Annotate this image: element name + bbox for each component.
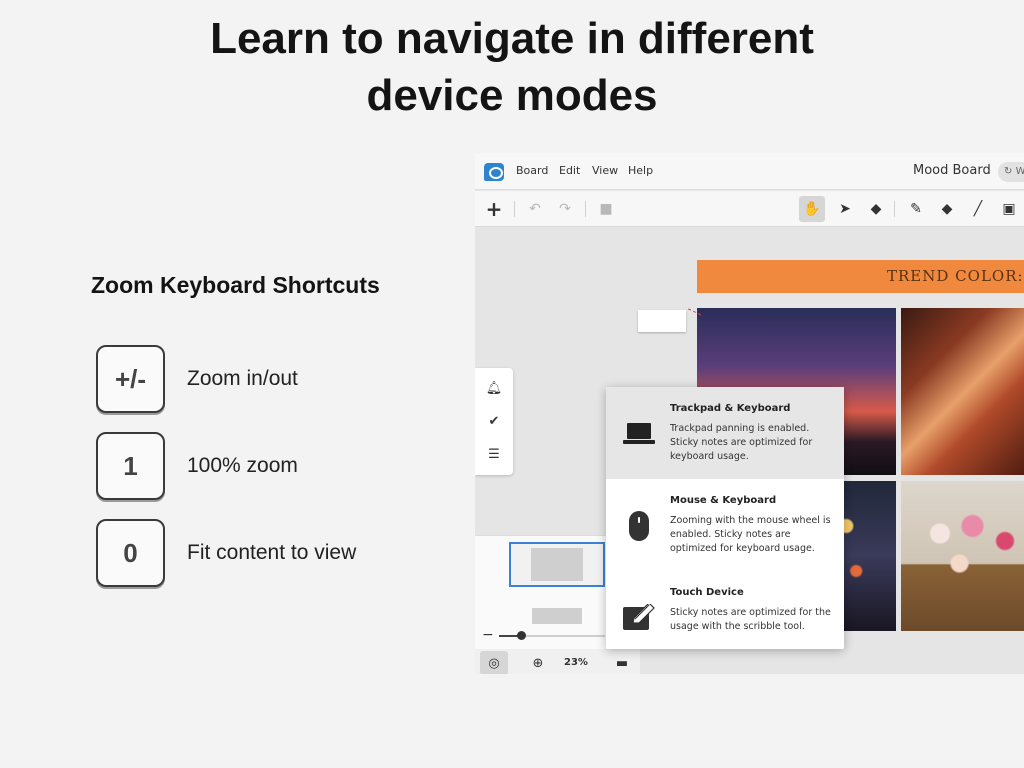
redo-icon[interactable]: ↷: [552, 196, 578, 222]
menu-edit[interactable]: Edit: [559, 164, 580, 177]
device-mode-touch[interactable]: Touch Device Sticky notes are optimized …: [606, 571, 844, 663]
zoom-out-icon[interactable]: −: [482, 627, 494, 643]
select-cursor-icon[interactable]: ➤: [832, 196, 858, 222]
flower-basket-photo[interactable]: [901, 481, 1024, 631]
sync-icon: ↻: [1004, 166, 1013, 177]
zoom-in-icon[interactable]: ⊕: [524, 651, 552, 674]
page-title-line-2: device modes: [366, 71, 658, 120]
keycap-1: 1: [96, 432, 165, 500]
eraser-icon[interactable]: ◆: [863, 196, 889, 222]
device-mode-trackpad-keyboard[interactable]: Trackpad & Keyboard Trackpad panning is …: [606, 387, 844, 479]
check-circle-icon[interactable]: ✔: [486, 413, 502, 429]
board-status-chip[interactable]: ↻ W: [998, 162, 1024, 182]
device-mode-title: Trackpad & Keyboard: [670, 403, 791, 414]
menu-help[interactable]: Help: [628, 164, 653, 177]
page-title-line-1: Learn to navigate in different: [210, 14, 814, 63]
shortcut-description: Zoom in/out: [187, 367, 298, 390]
device-mode-description: Zooming with the mouse wheel is enabled.…: [670, 515, 831, 554]
add-icon[interactable]: +: [481, 196, 507, 222]
canyon-photo[interactable]: [901, 308, 1024, 475]
minimap-content-block: [532, 608, 582, 624]
trend-color-banner[interactable]: TREND COLOR: OR: [697, 260, 1024, 293]
zoom-slider-handle[interactable]: [517, 631, 526, 640]
menu-bar: Board Edit View Help Mood Board ↻ W: [475, 153, 1024, 190]
device-mode-popup: Trackpad & Keyboard Trackpad panning is …: [606, 387, 844, 649]
device-mode-description: Sticky notes are optimized for the usage…: [670, 607, 831, 632]
board-name[interactable]: Mood Board: [913, 163, 991, 178]
device-mode-mouse-keyboard[interactable]: Mouse & Keyboard Zooming with the mouse …: [606, 479, 844, 571]
bell-icon[interactable]: 🔔︎: [486, 380, 503, 396]
format-painter-icon[interactable]: ■: [593, 196, 619, 222]
hand-pan-icon[interactable]: ✋: [799, 196, 825, 222]
shortcut-description: Fit content to view: [187, 541, 357, 564]
zoom-percentage[interactable]: 23%: [564, 657, 588, 668]
board-chip-label: W: [1015, 166, 1024, 177]
page-title: Learn to navigate in different device mo…: [0, 10, 1024, 124]
toolbar-divider: [514, 201, 515, 217]
shortcut-100-zoom: 1 100% zoom: [96, 432, 416, 500]
undo-icon[interactable]: ↶: [522, 196, 548, 222]
navigator-compass-icon[interactable]: ◎: [480, 651, 508, 674]
list-icon[interactable]: ☰: [486, 446, 502, 462]
mouse-icon: [622, 511, 656, 541]
minimap-viewport[interactable]: [509, 542, 605, 587]
shortcut-fit-content: 0 Fit content to view: [96, 519, 416, 587]
toolbar-divider: [894, 201, 895, 217]
device-mode-title: Touch Device: [670, 587, 744, 598]
laptop-icon: [622, 419, 656, 449]
menu-view[interactable]: View: [592, 164, 618, 177]
keycap-0: 0: [96, 519, 165, 587]
device-mode-description: Trackpad panning is enabled. Sticky note…: [670, 423, 813, 462]
pencil-edit-icon: [622, 603, 656, 633]
line-icon[interactable]: ╱: [965, 196, 991, 222]
device-mode-title: Mouse & Keyboard: [670, 495, 777, 506]
menu-board[interactable]: Board: [516, 164, 548, 177]
shortcuts-heading: Zoom Keyboard Shortcuts: [91, 272, 380, 298]
keycap-plus-minus: +/-: [96, 345, 165, 413]
app-logo-icon: [484, 163, 504, 181]
pen-icon[interactable]: ✎: [903, 196, 929, 222]
side-panel: 🔔︎ ✔ ☰: [475, 368, 513, 475]
minimap-content-block: [531, 548, 583, 581]
shapes-icon[interactable]: ▣: [996, 196, 1022, 222]
shortcut-description: 100% zoom: [187, 454, 298, 477]
marker-icon[interactable]: ◆: [934, 196, 960, 222]
shortcut-zoom-in-out: +/- Zoom in/out: [96, 345, 416, 413]
sticky-note[interactable]: [638, 310, 686, 332]
toolbar: + ↶ ↷ ■ ✋ ➤ ◆ ✎ ◆ ╱ ▣: [475, 191, 1024, 227]
toolbar-divider: [585, 201, 586, 217]
